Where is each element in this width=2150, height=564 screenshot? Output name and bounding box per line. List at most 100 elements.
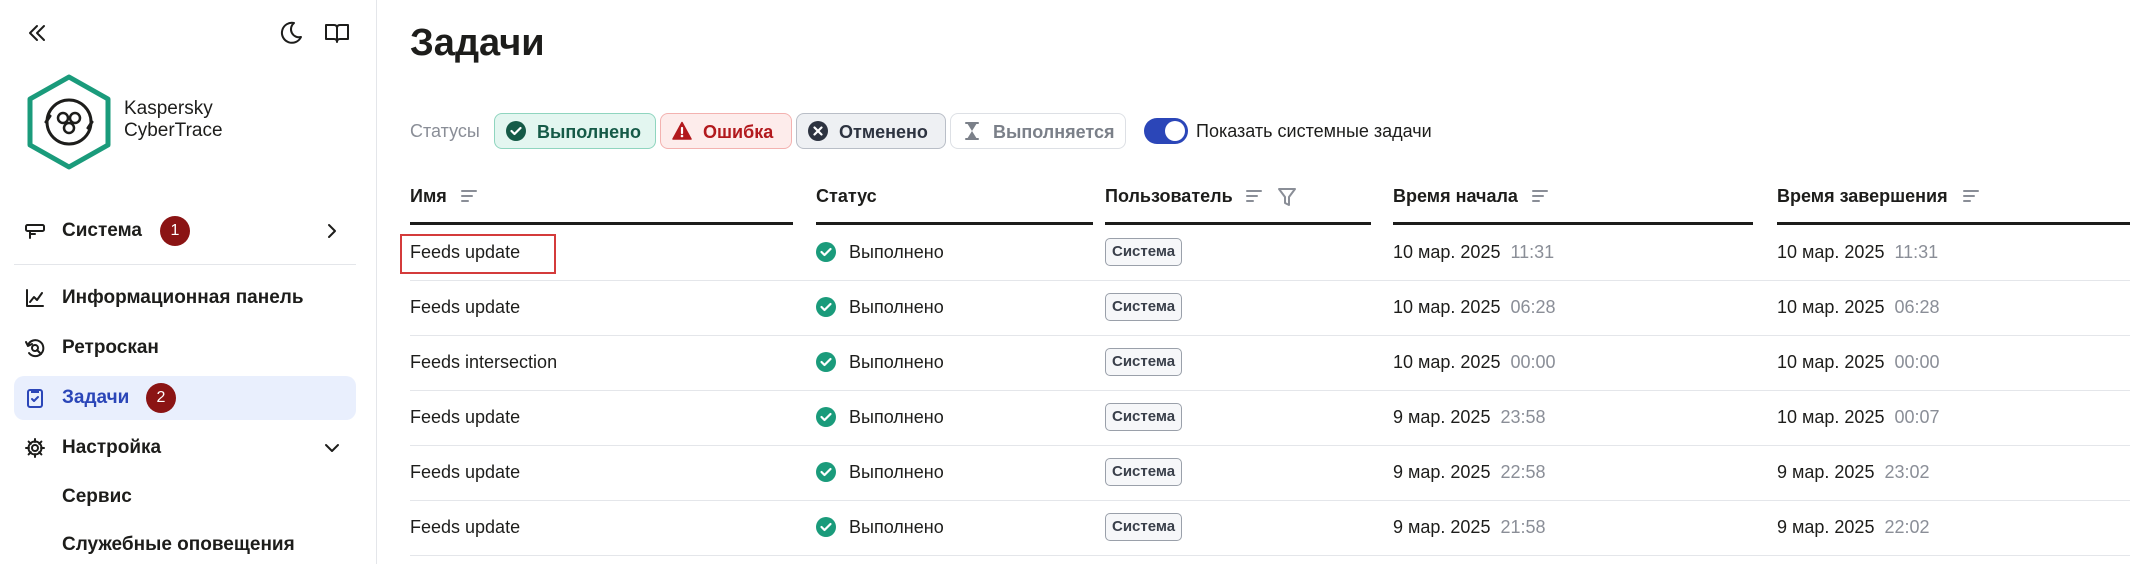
start-date: 10 мар. 2025 [1393,242,1501,262]
kaspersky-logo-icon [27,74,111,170]
highlight-box [400,234,556,274]
chip-label: Отменено [839,122,928,142]
check-circle-icon [816,297,836,317]
filter-chip-running[interactable]: Выполняется [950,113,1126,149]
task-start-time: 10 мар. 2025 06:28 [1393,297,1556,318]
sort-icon[interactable] [1245,188,1263,206]
clipboard-check-icon [27,389,43,408]
sidebar-toolbar [22,18,356,48]
sidebar-subitem-service[interactable]: Сервис [62,486,132,508]
task-name-text: Feeds update [410,407,521,427]
task-user-tag: Система [1105,238,1183,266]
end-time: 22:02 [1884,517,1930,537]
task-name-text: Feeds update [410,297,521,317]
start-time: 11:31 [1510,242,1555,262]
chart-line-icon [26,289,44,307]
sidebar: Kaspersky CyberTrace Система 1 Информаци… [0,0,377,564]
start-date: 9 мар. 2025 [1393,407,1491,427]
sidebar-item-label: Настройка [62,437,162,458]
start-time: 22:58 [1500,462,1546,482]
column-header-start-time[interactable]: Время начала [1393,176,1753,225]
filter-chip-error[interactable]: Ошибка [660,113,792,149]
table-row[interactable]: Feeds update Выполнено Система 10 мар. 2… [400,225,2130,281]
end-date: 10 мар. 2025 [1777,242,1885,262]
task-name-text: Feeds update [410,517,521,537]
start-time: 21:58 [1500,517,1546,537]
book-icon[interactable] [322,18,352,48]
moon-icon[interactable] [276,18,306,48]
task-start-time: 10 мар. 2025 00:00 [1393,352,1556,373]
table-row[interactable]: Feeds update Выполнено Система 9 мар. 20… [410,390,2130,446]
filter-icon[interactable] [1277,186,1297,208]
task-end-time: 10 мар. 2025 00:07 [1777,407,1940,428]
task-name[interactable]: Feeds intersection [410,352,557,373]
column-header-label: Статус [816,186,877,206]
start-date: 10 мар. 2025 [1393,297,1501,317]
end-time: 23:02 [1884,462,1930,482]
task-user-tag: Система [1105,293,1183,321]
table-row[interactable]: Feeds update Выполнено Система 10 мар. 2… [410,280,2130,336]
task-status-text: Выполнено [849,462,944,482]
task-end-time: 10 мар. 2025 00:00 [1777,352,1940,373]
sort-icon[interactable] [1531,188,1549,206]
column-header-name[interactable]: Имя [410,176,793,225]
table-row[interactable]: Feeds intersection Выполнено Система 10 … [410,335,2130,391]
column-header-user[interactable]: Пользователь [1105,176,1371,225]
task-end-time: 9 мар. 2025 23:02 [1777,462,1930,483]
sort-icon[interactable] [460,188,478,206]
sidebar-item-dashboard[interactable]: Информационная панель [14,276,356,320]
task-name[interactable]: Feeds update [410,517,520,538]
start-date: 9 мар. 2025 [1393,517,1491,537]
start-date: 9 мар. 2025 [1393,462,1491,482]
sidebar-item-tasks[interactable]: Задачи 2 [14,376,356,420]
chip-label: Выполняется [993,122,1115,142]
sidebar-item-label: Ретроскан [62,337,159,358]
end-date: 9 мар. 2025 [1777,517,1875,537]
system-tasks-toggle[interactable] [1144,118,1188,144]
task-status-text: Выполнено [849,517,944,537]
task-status-text: Выполнено [849,352,944,372]
column-header-label: Имя [410,186,447,206]
system-tasks-toggle-label[interactable]: Показать системные задачи [1196,121,1432,142]
collapse-sidebar-icon[interactable] [22,18,52,48]
end-date: 10 мар. 2025 [1777,352,1885,372]
task-user-tag: Система [1105,458,1183,486]
task-status-text: Выполнено [849,407,944,427]
brand-line2: CyberTrace [124,120,223,141]
sidebar-item-retroscan[interactable]: Ретроскан [14,326,356,370]
end-date: 10 мар. 2025 [1777,297,1885,317]
sidebar-item-label: Информационная панель [62,287,304,308]
column-header-end-time[interactable]: Время завершения [1777,176,2130,225]
sort-icon[interactable] [1962,188,1980,206]
filter-chip-completed[interactable]: Выполнено [494,113,656,149]
start-date: 10 мар. 2025 [1393,352,1501,372]
page-title: Задачи [410,22,545,64]
chip-label: Выполнено [537,122,641,142]
check-circle-icon [816,517,836,537]
filter-chip-cancelled[interactable]: Отменено [796,113,946,149]
task-start-time: 10 мар. 2025 11:31 [1393,242,1554,263]
retroscan-icon [25,339,45,358]
table-row[interactable]: Feeds update Выполнено Система 9 мар. 20… [410,500,2130,556]
task-name[interactable]: Feeds update [410,462,520,483]
brand-name: Kaspersky CyberTrace [124,98,223,142]
task-end-time: 9 мар. 2025 22:02 [1777,517,1930,538]
start-time: 00:00 [1510,352,1556,372]
sidebar-item-label: Задачи [62,387,130,408]
task-name[interactable]: Feeds update [400,234,556,274]
sidebar-item-system[interactable]: Система 1 [14,209,356,253]
task-status-text: Выполнено [849,297,944,317]
sidebar-subitem-notifications[interactable]: Служебные оповещения [62,534,295,556]
task-name[interactable]: Feeds update [410,297,520,318]
sidebar-divider [14,264,356,265]
task-end-time: 10 мар. 2025 11:31 [1777,242,1938,263]
table-row[interactable]: Feeds update Выполнено Система 9 мар. 20… [410,445,2130,501]
brand-line1: Kaspersky [124,98,213,119]
end-date: 9 мар. 2025 [1777,462,1875,482]
sidebar-item-settings[interactable]: Настройка [14,426,356,470]
column-header-status[interactable]: Статус [816,176,1093,225]
task-end-time: 10 мар. 2025 06:28 [1777,297,1940,318]
task-name[interactable]: Feeds update [410,407,520,428]
gear-icon [25,438,45,458]
column-header-label: Время начала [1393,186,1518,206]
